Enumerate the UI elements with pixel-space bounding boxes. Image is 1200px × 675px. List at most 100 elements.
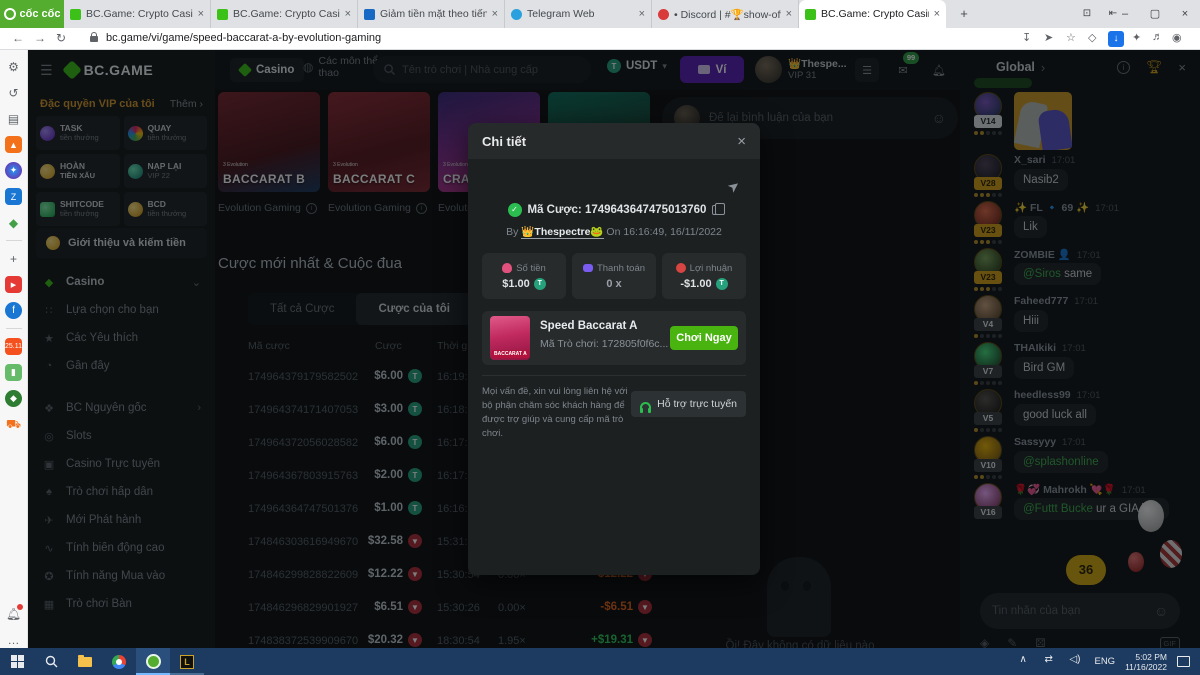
games-icon[interactable]: ◆ <box>5 214 22 231</box>
youtube-icon[interactable]: ▶ <box>5 276 22 293</box>
address-url[interactable]: bc.game/vi/game/speed-baccarat-a-by-evol… <box>106 32 381 44</box>
browser-tab-4[interactable]: Telegram Web × <box>505 0 652 28</box>
usdt-coin-icon: T <box>534 278 546 290</box>
stat-payout: Thanh toán 0 x <box>572 253 656 299</box>
play-now-button[interactable]: Chơi Ngay <box>670 326 738 350</box>
coccoc-logo-icon <box>4 8 16 20</box>
bet-meta-row: By 👑Thespectre🐸 On 16:16:49, 16/11/2022 <box>468 225 760 238</box>
zalo-icon[interactable]: Z <box>5 188 22 205</box>
lock-icon <box>90 36 98 42</box>
bcgame-favicon <box>805 9 816 20</box>
bet-details-modal: Chi tiết × ➤ ✓ Mã Cược: 1749643647475013… <box>468 123 760 575</box>
action-center-icon[interactable] <box>1177 656 1190 667</box>
forward-icon[interactable]: → <box>34 31 46 45</box>
modal-title: Chi tiết <box>482 134 737 149</box>
bet-stats: Số tiền $1.00T Thanh toán 0 x Lợi nhuận … <box>482 253 746 299</box>
live-support-button[interactable]: Hỗ trợ trực tuyến <box>631 391 746 417</box>
stat-profit: Lợi nhuận -$1.00T <box>662 253 746 299</box>
game-thumbnail[interactable]: BACCARAT A <box>490 316 530 360</box>
modal-close-icon[interactable]: × <box>737 133 746 150</box>
divider <box>482 375 746 376</box>
game-id-row: Mã Trò chơi: 172805f0f6c... <box>540 338 681 350</box>
save-page-icon[interactable]: ↧ <box>1022 31 1031 44</box>
league-of-legends-icon[interactable]: L <box>170 648 204 675</box>
media-icon[interactable]: ♬ <box>1152 31 1163 43</box>
copy-icon[interactable] <box>712 205 720 215</box>
browser-side-rail: ⚙ ↺ ▤ ▲ ✦ Z ◆ + ▶ f 25.11 ▮ ◆ ⛟ 🔔︎ … <box>0 50 28 648</box>
add-shortcut-icon[interactable]: + <box>5 250 22 267</box>
page-favicon <box>364 9 375 20</box>
rail-divider <box>6 328 22 329</box>
tab-close-icon[interactable]: × <box>639 8 645 20</box>
share-page-icon[interactable]: ➤ <box>1044 31 1053 44</box>
bookmark-star-icon[interactable]: ☆ <box>1066 31 1076 44</box>
history-icon[interactable]: ↺ <box>5 84 22 101</box>
volume-icon[interactable]: ◁) <box>1069 654 1084 669</box>
payment-card-icon <box>583 264 593 272</box>
settings-gear-icon[interactable]: ⚙ <box>5 58 22 75</box>
rail-divider <box>6 240 22 241</box>
tab-close-icon[interactable]: × <box>198 8 204 20</box>
tab-close-icon[interactable]: × <box>492 8 498 20</box>
hot-trends-icon[interactable]: ▲ <box>5 136 22 153</box>
browser-tab-active[interactable]: BC.Game: Crypto Casino Gam × <box>799 0 946 28</box>
download-manager-icon[interactable]: ↓ <box>1108 31 1124 47</box>
stat-amount: Số tiền $1.00T <box>482 253 566 299</box>
game-name: Speed Baccarat A <box>540 320 637 332</box>
taskbar-clock[interactable]: 5:02 PM 11/16/2022 <box>1125 652 1167 672</box>
facebook-icon[interactable]: f <box>5 302 22 319</box>
start-button[interactable] <box>0 648 34 675</box>
taskbar-search-icon[interactable] <box>34 648 68 675</box>
money-bag-icon <box>502 263 512 273</box>
adblock-shield-icon[interactable]: ◇ <box>1088 31 1096 44</box>
network-icon[interactable]: ⇄ <box>1044 654 1059 669</box>
browser-tab-3[interactable]: Giảm tiền mặt theo tiến hóa × <box>358 0 505 28</box>
windows-taskbar: L ∧ ⇄ ◁) ENG 5:02 PM 11/16/2022 <box>0 648 1200 675</box>
game-card: BACCARAT A Speed Baccarat A Mã Trò chơi:… <box>482 311 746 365</box>
usdt-coin-icon: T <box>716 278 728 290</box>
coccoc-logo-label: cốc cốc <box>20 8 61 20</box>
tab-close-icon[interactable]: × <box>345 8 351 20</box>
tab-close-icon[interactable]: × <box>786 8 792 20</box>
discord-favicon <box>658 9 669 20</box>
window-minimize-button[interactable]: – <box>1110 0 1140 28</box>
shopping-cart-icon[interactable]: ⛟ <box>5 416 22 433</box>
messenger-icon[interactable]: ✦ <box>5 162 22 179</box>
share-icon[interactable]: ➤ <box>724 176 744 197</box>
education-icon[interactable]: ◆ <box>5 390 22 407</box>
notifications-bell-icon[interactable]: 🔔︎ <box>5 605 22 622</box>
taskbar-tray: ∧ ⇄ ◁) ENG 5:02 PM 11/16/2022 <box>1019 648 1200 675</box>
language-indicator[interactable]: ENG <box>1094 656 1115 667</box>
profit-icon <box>676 263 686 273</box>
back-icon[interactable]: ← <box>12 31 24 45</box>
browser-urlbar: ← → ↻ bc.game/vi/game/speed-baccarat-a-b… <box>0 28 1200 50</box>
reload-icon[interactable]: ↻ <box>56 31 66 45</box>
rail-more-icon[interactable]: … <box>5 631 22 648</box>
screen: cốc cốc BC.Game: Crypto Casino Gam × BC.… <box>0 0 1200 675</box>
bcgame-favicon <box>217 9 228 20</box>
support-text: Mọi vấn đề, xin vui lòng liên hệ với bộ … <box>482 385 640 441</box>
window-close-button[interactable]: × <box>1170 0 1200 28</box>
profile-avatar-icon[interactable]: ◉ <box>1172 31 1182 44</box>
verified-shield-icon: ✓ <box>508 203 522 217</box>
file-explorer-icon[interactable] <box>68 648 102 675</box>
coccoc-logo[interactable]: cốc cốc <box>0 0 64 28</box>
browser-tab-5[interactable]: • Discord | #🏆show-off-you × <box>652 0 799 28</box>
coccoc-taskbar-icon[interactable] <box>136 648 170 675</box>
extensions-icon[interactable]: ✦ <box>1132 31 1141 44</box>
hidden-icons-chevron[interactable]: ∧ <box>1019 654 1034 669</box>
battery-saver-icon[interactable]: ▮ <box>5 364 22 381</box>
browser-tab-1[interactable]: BC.Game: Crypto Casino Gam × <box>64 0 211 28</box>
telegram-favicon <box>511 9 522 20</box>
tab-close-icon[interactable]: × <box>934 8 940 20</box>
bet-author[interactable]: 👑Thespectre🐸 <box>521 226 603 239</box>
bet-datetime: 16:16:49, 16/11/2022 <box>623 226 721 238</box>
shopee-icon[interactable]: 25.11 <box>5 338 22 355</box>
feed-icon[interactable]: ▤ <box>5 110 22 127</box>
window-maximize-button[interactable]: ▢ <box>1140 0 1170 28</box>
new-tab-button[interactable]: + <box>955 5 973 23</box>
browser-tabstrip: cốc cốc BC.Game: Crypto Casino Gam × BC.… <box>0 0 1200 28</box>
browser-tab-2[interactable]: BC.Game: Crypto Casino Gam × <box>211 0 358 28</box>
bet-id-value: 1749643647475013760 <box>585 204 707 216</box>
chrome-icon[interactable] <box>102 648 136 675</box>
